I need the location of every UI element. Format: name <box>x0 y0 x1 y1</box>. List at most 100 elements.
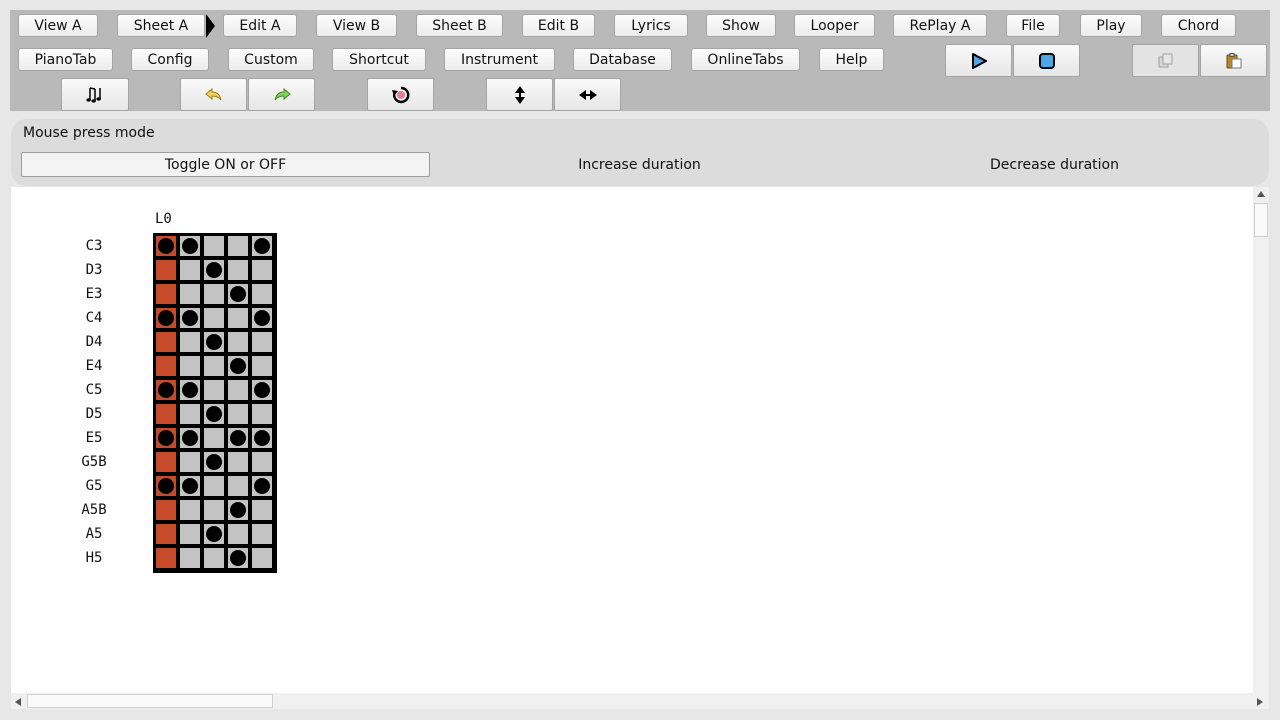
onlinetabs-button[interactable]: OnlineTabs <box>691 48 800 71</box>
undo-button[interactable] <box>180 78 247 111</box>
grid-cell[interactable] <box>156 284 176 304</box>
pianotab-button[interactable]: PianoTab <box>18 48 113 71</box>
vertical-scrollbar[interactable] <box>1253 187 1269 693</box>
grid-cell[interactable] <box>252 404 272 424</box>
grid-cell[interactable] <box>156 308 176 328</box>
grid-cell[interactable] <box>228 260 248 280</box>
grid-cell[interactable] <box>156 404 176 424</box>
grid-cell[interactable] <box>156 356 176 376</box>
grid-cell[interactable] <box>252 260 272 280</box>
grid-cell[interactable] <box>204 548 224 568</box>
grid-cell[interactable] <box>204 308 224 328</box>
grid-cell[interactable] <box>252 308 272 328</box>
play-menu-button[interactable]: Play <box>1080 14 1142 37</box>
grid-cell[interactable] <box>180 500 200 520</box>
grid-cell[interactable] <box>156 428 176 448</box>
grid-cell[interactable] <box>252 332 272 352</box>
toggle-on-off-option[interactable]: Toggle ON or OFF <box>21 152 430 177</box>
grid-cell[interactable] <box>228 476 248 496</box>
lyrics-button[interactable]: Lyrics <box>614 14 688 37</box>
grid-cell[interactable] <box>156 476 176 496</box>
grid-cell[interactable] <box>252 452 272 472</box>
grid-cell[interactable] <box>204 332 224 352</box>
help-button[interactable]: Help <box>819 48 884 71</box>
grid-cell[interactable] <box>252 524 272 544</box>
chord-button[interactable]: Chord <box>1161 14 1236 37</box>
grid-cell[interactable] <box>204 476 224 496</box>
notes-button[interactable] <box>61 78 129 111</box>
grid-cell[interactable] <box>156 236 176 256</box>
shortcut-button[interactable]: Shortcut <box>332 48 426 71</box>
grid-cell[interactable] <box>180 404 200 424</box>
vertical-resize-button[interactable] <box>486 78 553 111</box>
sheet-b-button[interactable]: Sheet B <box>416 14 503 37</box>
horizontal-scrollbar[interactable] <box>11 693 1269 709</box>
database-button[interactable]: Database <box>573 48 672 71</box>
grid-cell[interactable] <box>252 548 272 568</box>
refresh-button[interactable] <box>367 78 434 111</box>
view-a-button[interactable]: View A <box>18 14 98 37</box>
copy-button[interactable] <box>1132 44 1199 77</box>
paste-button[interactable] <box>1200 44 1267 77</box>
grid-cell[interactable] <box>228 548 248 568</box>
custom-button[interactable]: Custom <box>228 48 314 71</box>
scroll-left-arrow-icon[interactable] <box>14 697 22 707</box>
grid-cell[interactable] <box>156 548 176 568</box>
grid-cell[interactable] <box>204 428 224 448</box>
grid-cell[interactable] <box>204 524 224 544</box>
grid-cell[interactable] <box>180 260 200 280</box>
grid-cell[interactable] <box>228 356 248 376</box>
increase-duration-option[interactable]: Increase duration <box>432 152 847 177</box>
grid-cell[interactable] <box>180 380 200 400</box>
grid-cell[interactable] <box>204 404 224 424</box>
show-button[interactable]: Show <box>706 14 776 37</box>
grid-cell[interactable] <box>156 452 176 472</box>
grid-cell[interactable] <box>204 236 224 256</box>
grid-cell[interactable] <box>180 284 200 304</box>
grid-cell[interactable] <box>180 452 200 472</box>
grid-cell[interactable] <box>180 548 200 568</box>
instrument-button[interactable]: Instrument <box>444 48 555 71</box>
grid-cell[interactable] <box>204 452 224 472</box>
grid-cell[interactable] <box>252 380 272 400</box>
horizontal-resize-button[interactable] <box>554 78 621 111</box>
edit-b-button[interactable]: Edit B <box>522 14 595 37</box>
grid-cell[interactable] <box>204 356 224 376</box>
looper-button[interactable]: Looper <box>794 14 875 37</box>
config-button[interactable]: Config <box>131 48 209 71</box>
grid-cell[interactable] <box>252 236 272 256</box>
grid-cell[interactable] <box>228 236 248 256</box>
play-button[interactable] <box>945 44 1012 77</box>
grid-cell[interactable] <box>228 380 248 400</box>
grid-cell[interactable] <box>180 332 200 352</box>
sheet-a-button[interactable]: Sheet A <box>117 14 205 37</box>
grid-cell[interactable] <box>204 500 224 520</box>
grid-cell[interactable] <box>252 500 272 520</box>
sheet-canvas[interactable]: L0 C3 D3 E3 C4 D4 E4 C5 D5 E5 G5B G5 A5B A5 H5 <box>11 187 1253 693</box>
grid-cell[interactable] <box>156 260 176 280</box>
grid-cell[interactable] <box>156 332 176 352</box>
scroll-up-arrow-icon[interactable] <box>1256 190 1266 198</box>
edit-a-button[interactable]: Edit A <box>223 14 297 37</box>
stop-button[interactable] <box>1013 44 1080 77</box>
grid-cell[interactable] <box>228 308 248 328</box>
grid-cell[interactable] <box>180 428 200 448</box>
grid-cell[interactable] <box>180 356 200 376</box>
note-grid[interactable] <box>153 233 277 573</box>
vertical-scroll-thumb[interactable] <box>1254 203 1268 237</box>
grid-cell[interactable] <box>228 332 248 352</box>
grid-cell[interactable] <box>180 476 200 496</box>
grid-cell[interactable] <box>180 524 200 544</box>
grid-cell[interactable] <box>204 380 224 400</box>
view-b-button[interactable]: View B <box>316 14 397 37</box>
redo-button[interactable] <box>248 78 315 111</box>
grid-cell[interactable] <box>180 236 200 256</box>
file-button[interactable]: File <box>1006 14 1060 37</box>
horizontal-scroll-thumb[interactable] <box>27 694 273 708</box>
grid-cell[interactable] <box>156 380 176 400</box>
grid-cell[interactable] <box>228 404 248 424</box>
grid-cell[interactable] <box>228 284 248 304</box>
grid-cell[interactable] <box>252 428 272 448</box>
grid-cell[interactable] <box>156 500 176 520</box>
grid-cell[interactable] <box>228 428 248 448</box>
